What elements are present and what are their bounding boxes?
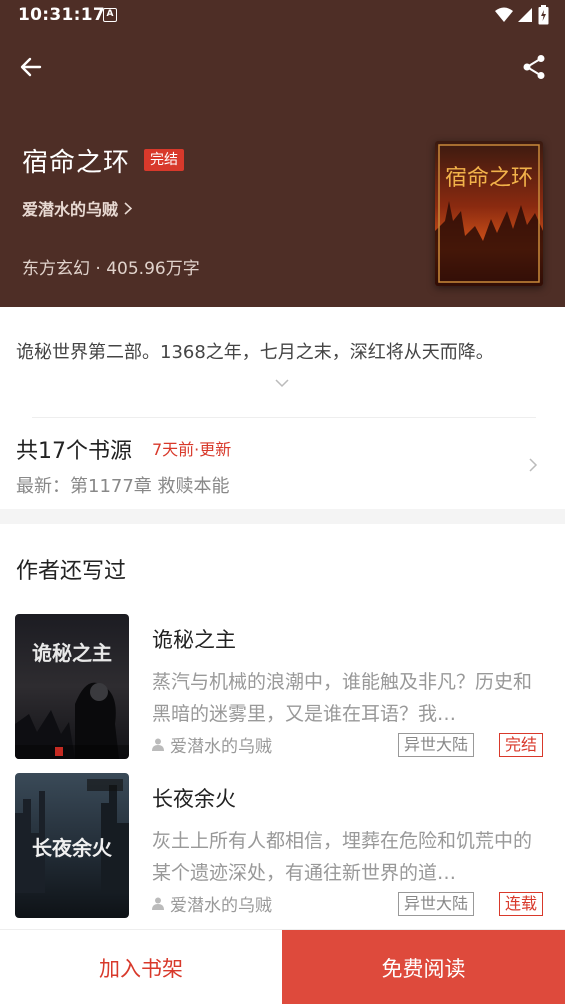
book-cover: 长夜余火 <box>15 773 129 918</box>
author-book-card[interactable]: 诡秘之主 诡秘之主 蒸汽与机械的浪潮中，谁能触及非凡？历史和黑暗的迷雾里，又是谁… <box>0 614 565 762</box>
book-description: 诡秘世界第二部。1368之年，七月之末，深红将从天而降。 <box>16 342 494 363</box>
chevron-right-icon <box>124 201 133 215</box>
status-icons <box>495 5 549 25</box>
cover-title: 长夜余火 <box>32 836 113 860</box>
book-header: 10:31:17 A 宿命之环 完结 爱潜水的乌贼 东方玄幻 · 405.96万… <box>0 0 565 307</box>
genre-tag: 异世大陆 <box>398 892 475 916</box>
share-button[interactable] <box>517 50 551 84</box>
book-author: 爱潜水的乌贼 <box>152 891 272 916</box>
author-link[interactable]: 爱潜水的乌贼 <box>22 196 133 220</box>
user-icon <box>152 897 164 910</box>
book-name: 长夜余火 <box>152 787 236 811</box>
notification-icon: A <box>103 8 117 22</box>
author-name: 爱潜水的乌贼 <box>22 200 119 219</box>
book-meta: 东方玄幻 · 405.96万字 <box>22 259 200 279</box>
author-book-card[interactable]: 长夜余火 长夜余火 灰土上所有人都相信，埋葬在危险和饥荒中的某个遗迹深处，有通往… <box>0 773 565 921</box>
bottom-action-bar: 加入书架 免费阅读 <box>0 929 565 1004</box>
cover-title: 宿命之环 <box>445 166 533 191</box>
sources-count: 共17个书源 <box>16 439 132 464</box>
book-name: 诡秘之主 <box>152 628 236 652</box>
state-tag: 连载 <box>499 892 544 916</box>
book-cover: 宿命之环 <box>435 141 543 286</box>
section-separator <box>0 509 565 524</box>
battery-icon <box>538 5 549 25</box>
completion-badge: 完结 <box>144 149 184 171</box>
book-blurb: 蒸汽与机械的浪潮中，谁能触及非凡？历史和黑暗的迷雾里，又是谁在耳语？我… <box>152 671 533 725</box>
state-tag: 完结 <box>499 733 544 757</box>
author-name: 爱潜水的乌贼 <box>170 896 272 916</box>
chevron-right-icon <box>529 458 538 472</box>
genre-tag: 异世大陆 <box>398 733 475 757</box>
book-author: 爱潜水的乌贼 <box>152 732 272 757</box>
book-cover: 诡秘之主 <box>15 614 129 759</box>
author-books-title: 作者还写过 <box>16 559 127 584</box>
arrow-left-icon <box>20 57 42 77</box>
author-name: 爱潜水的乌贼 <box>170 737 272 757</box>
book-blurb: 灰土上所有人都相信，埋葬在危险和饥荒中的某个遗迹深处，有通往新世界的道… <box>152 830 533 884</box>
chevron-down-icon[interactable] <box>272 376 292 390</box>
sources-row[interactable]: 共17个书源 7天前·更新 最新：第1177章 救赎本能 <box>0 418 565 510</box>
status-time: 10:31:17 <box>18 5 105 25</box>
add-to-shelf-button[interactable]: 加入书架 <box>0 930 282 1004</box>
book-title: 宿命之环 <box>22 148 131 178</box>
wifi-icon <box>495 7 513 22</box>
signal-icon <box>518 8 532 22</box>
latest-chapter: 最新：第1177章 救赎本能 <box>16 476 230 497</box>
back-button[interactable] <box>14 50 48 84</box>
status-bar: 10:31:17 A <box>0 0 565 32</box>
read-free-button[interactable]: 免费阅读 <box>282 930 565 1004</box>
share-icon <box>523 55 545 79</box>
user-icon <box>152 738 164 751</box>
sources-updated: 7天前·更新 <box>152 440 232 459</box>
cover-title: 诡秘之主 <box>32 641 112 665</box>
